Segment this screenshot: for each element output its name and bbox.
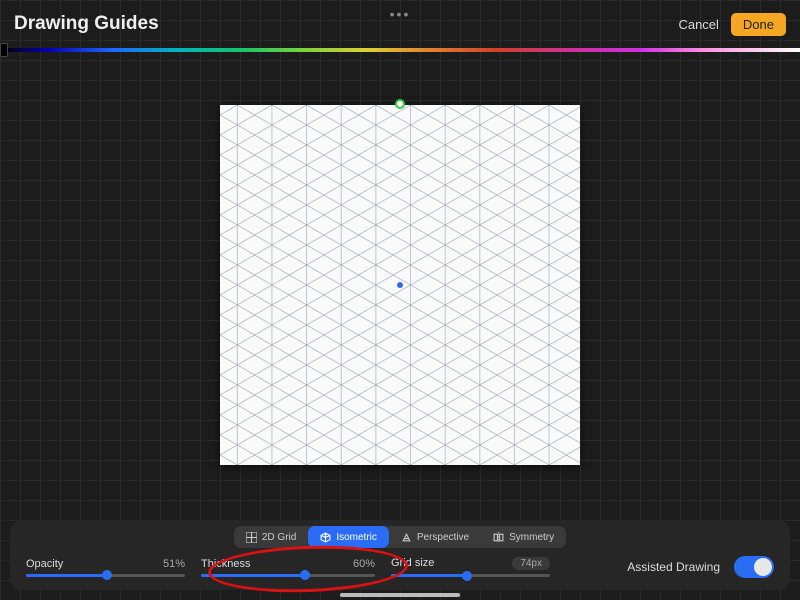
thickness-label: Thickness <box>201 558 251 570</box>
canvas[interactable] <box>220 105 580 465</box>
opacity-slider-knob[interactable] <box>102 570 112 580</box>
perspective-icon <box>401 532 412 543</box>
tab-label: Symmetry <box>509 532 554 543</box>
cancel-button[interactable]: Cancel <box>678 17 718 32</box>
done-button[interactable]: Done <box>731 13 786 36</box>
symmetry-icon <box>493 532 504 543</box>
tab-label: Isometric <box>336 532 377 543</box>
gridsize-label: Grid size <box>391 557 434 570</box>
guide-type-segmented: 2D Grid Isometric Perspective Symmetry <box>234 526 566 548</box>
grid-icon <box>246 532 257 543</box>
canvas-area <box>0 54 800 516</box>
thickness-slider[interactable] <box>201 574 375 577</box>
opacity-slider[interactable] <box>26 574 185 577</box>
tab-isometric[interactable]: Isometric <box>308 526 389 548</box>
tab-perspective[interactable]: Perspective <box>389 526 481 548</box>
home-indicator <box>340 593 460 597</box>
tab-symmetry[interactable]: Symmetry <box>481 526 566 548</box>
assisted-drawing-label: Assisted Drawing <box>627 560 720 574</box>
gridsize-slider-knob[interactable] <box>462 571 472 581</box>
header-bar: Drawing Guides Cancel Done <box>0 0 800 48</box>
toggle-knob <box>754 558 772 576</box>
tab-label: Perspective <box>417 532 469 543</box>
gridsize-slider[interactable] <box>391 574 550 577</box>
canvas-center-handle[interactable] <box>397 282 403 288</box>
canvas-rotate-handle[interactable] <box>395 99 405 109</box>
thickness-slider-block: Thickness 60% <box>201 558 391 577</box>
opacity-label: Opacity <box>26 558 63 570</box>
gridsize-value[interactable]: 74px <box>512 557 550 570</box>
page-title: Drawing Guides <box>14 13 159 35</box>
assisted-drawing-toggle[interactable] <box>734 556 774 578</box>
opacity-slider-block: Opacity 51% <box>26 558 201 577</box>
tab-label: 2D Grid <box>262 532 296 543</box>
bottom-controls-panel: 2D Grid Isometric Perspective Symmetry <box>10 520 790 590</box>
cube-icon <box>320 532 331 543</box>
gridsize-slider-block: Grid size 74px <box>391 557 566 577</box>
guide-color-hue-slider[interactable] <box>0 48 800 52</box>
thickness-value: 60% <box>353 558 375 570</box>
opacity-value: 51% <box>163 558 185 570</box>
guide-color-hue-handle[interactable] <box>0 43 8 57</box>
tab-2d-grid[interactable]: 2D Grid <box>234 526 308 548</box>
assisted-drawing-control: Assisted Drawing <box>627 556 774 578</box>
thickness-slider-knob[interactable] <box>300 570 310 580</box>
